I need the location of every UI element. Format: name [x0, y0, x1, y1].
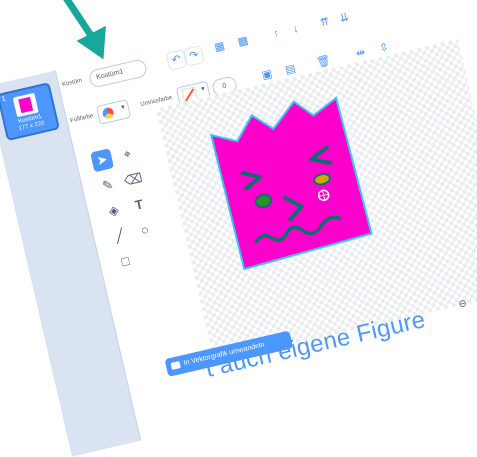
forward-icon[interactable]: ↑ — [267, 24, 286, 43]
select-tool-icon[interactable]: ➤ — [90, 148, 115, 173]
tool-palette: ➤ ⌖ ✎ ⌫ ◈ T ╱ ○ □ — [90, 139, 175, 269]
eraser-tool-icon[interactable]: ⌫ — [121, 168, 145, 192]
backward-icon[interactable]: ↓ — [286, 20, 305, 39]
back-icon[interactable]: ⇊ — [335, 9, 354, 28]
rectangle-tool-icon[interactable]: □ — [114, 250, 138, 274]
costume-drawing — [209, 96, 373, 271]
zoom-reset-icon[interactable]: = — [472, 293, 477, 307]
costume-label: Kostüm — [61, 77, 83, 89]
costume-thumbnail — [12, 92, 39, 118]
costume-number: 1 — [1, 95, 7, 104]
brush-tool-icon[interactable]: ✎ — [96, 174, 120, 198]
group-icon[interactable]: ▦ — [210, 37, 229, 56]
fill-tool-icon[interactable]: ◈ — [102, 199, 126, 223]
redo-icon[interactable]: ↷ — [183, 45, 205, 67]
chevron-down-icon: ▾ — [120, 103, 126, 112]
fill-color-swatch — [101, 106, 115, 120]
costume-name-input[interactable]: Kostüm1 — [87, 58, 149, 89]
chevron-down-icon: ▾ — [200, 85, 206, 94]
fill-label: Füllfarbe — [69, 113, 94, 125]
text-tool-icon[interactable]: T — [127, 193, 151, 217]
line-tool-icon[interactable]: ╱ — [108, 224, 132, 248]
costume-tile[interactable]: 1 Kostüm1 177 x 228 — [0, 82, 60, 142]
vector-icon — [170, 361, 181, 370]
front-icon[interactable]: ⇈ — [315, 13, 334, 32]
fill-color-picker[interactable]: ▾ — [95, 99, 132, 125]
ungroup-icon[interactable]: ▩ — [233, 32, 252, 51]
screenshot-stage: 1 Kostüm1 177 x 228 Kostüm Kostüm1 ↶ ↷ ▦… — [0, 0, 477, 457]
reshape-tool-icon[interactable]: ⌖ — [115, 142, 139, 166]
zoom-out-icon[interactable]: ⊖ — [455, 297, 471, 311]
circle-tool-icon[interactable]: ○ — [133, 218, 157, 242]
